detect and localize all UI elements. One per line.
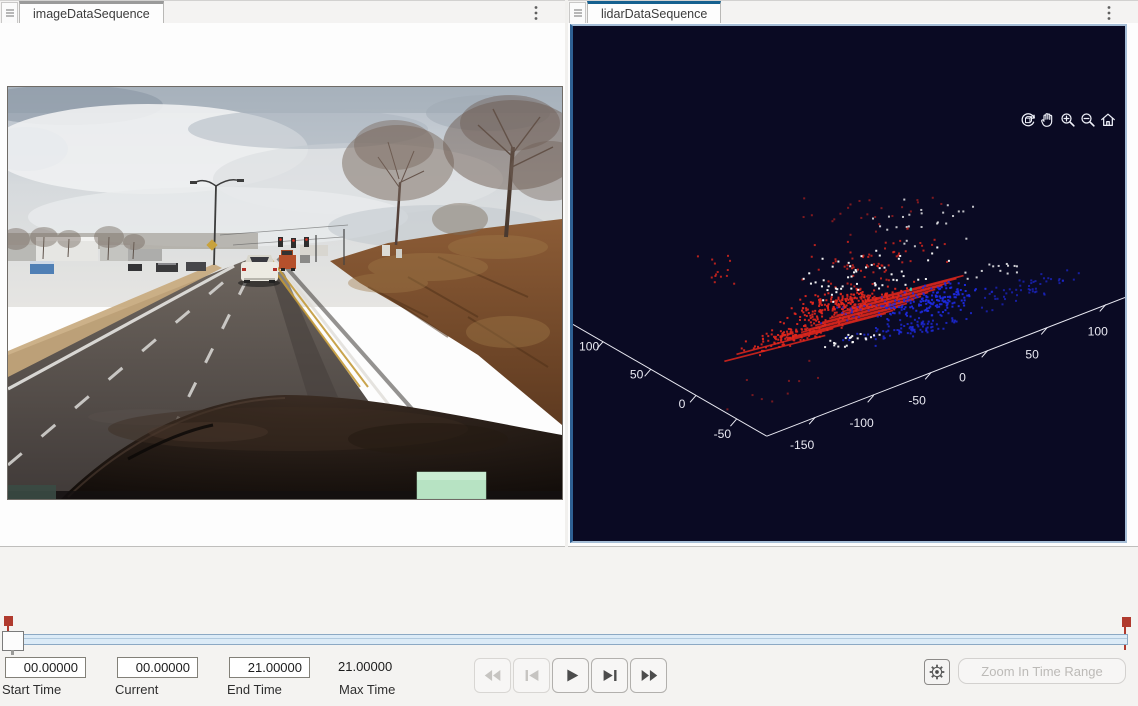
lidar-plot[interactable]: 100 50 0 -50 -150 -100 -50 0 50 100	[573, 26, 1125, 541]
current-time-label: Current	[115, 682, 159, 697]
lidar-panel-grip[interactable]	[569, 2, 586, 24]
image-panel-tabbar: imageDataSequence	[0, 0, 565, 25]
timeline-slider-thumb[interactable]	[2, 631, 24, 651]
max-time-value: 21.00000	[338, 659, 393, 674]
home-icon[interactable]	[1098, 110, 1118, 130]
image-panel-content	[0, 23, 590, 546]
tab-imageDataSequence[interactable]: imageDataSequence	[19, 1, 164, 25]
timeline-start-flag[interactable]	[4, 616, 13, 626]
lidar-frame: 100 50 0 -50 -150 -100 -50 0 50 100	[570, 24, 1127, 543]
lidar-toolbar	[1018, 110, 1118, 130]
time-range-settings-button[interactable]	[924, 659, 950, 685]
svg-text:100: 100	[579, 339, 599, 353]
start-time-input[interactable]	[5, 657, 86, 678]
tab-label: lidarDataSequence	[601, 7, 708, 21]
image-panel: imageDataSequence	[0, 0, 590, 547]
lidar-panel-content: 100 50 0 -50 -150 -100 -50 0 50 100	[568, 23, 1138, 546]
svg-text:-150: -150	[790, 438, 815, 452]
rewind-button[interactable]	[474, 658, 511, 693]
image-panel-grip[interactable]	[1, 2, 18, 24]
playback-panel: 21.00000 Start Time Current End Time Max…	[0, 547, 1138, 706]
svg-text:50: 50	[630, 367, 644, 381]
rotate-3d-icon[interactable]	[1018, 110, 1038, 130]
timeline-slider-pointer	[11, 650, 14, 655]
tab-lidarDataSequence[interactable]: lidarDataSequence	[587, 1, 722, 25]
lidar-panel-tabbar: lidarDataSequence	[568, 0, 1138, 25]
step-back-icon	[525, 670, 538, 681]
zoom-in-icon[interactable]	[1058, 110, 1078, 130]
rewind-icon	[484, 670, 500, 681]
svg-text:-50: -50	[714, 427, 732, 441]
svg-text:50: 50	[1025, 347, 1039, 361]
tab-label: imageDataSequence	[33, 7, 150, 21]
play-button[interactable]	[552, 658, 589, 693]
kebab-icon	[534, 6, 538, 20]
image-panel-menu-button[interactable]	[529, 4, 543, 22]
max-time-label: Max Time	[339, 682, 396, 697]
end-time-input[interactable]	[229, 657, 310, 678]
play-icon	[566, 669, 578, 682]
timeline-track-line	[3, 638, 1127, 639]
fast-forward-icon	[641, 670, 657, 681]
kebab-icon	[1107, 6, 1111, 20]
start-time-label: Start Time	[2, 682, 62, 697]
fast-forward-button[interactable]	[630, 658, 667, 693]
svg-text:0: 0	[679, 397, 686, 411]
zoom-out-icon[interactable]	[1078, 110, 1098, 130]
svg-text:-100: -100	[850, 416, 875, 430]
current-time-input[interactable]	[117, 657, 198, 678]
camera-image[interactable]	[0, 85, 590, 500]
grip-icon	[4, 9, 15, 17]
zoom-in-time-range-button[interactable]: Zoom In Time Range	[958, 658, 1126, 684]
windshield-sticker	[416, 471, 487, 500]
step-forward-button[interactable]	[591, 658, 628, 693]
svg-text:-50: -50	[908, 393, 926, 407]
svg-text:0: 0	[959, 370, 966, 384]
end-time-label: End Time	[227, 682, 282, 697]
step-back-button[interactable]	[513, 658, 550, 693]
timeline-track[interactable]	[2, 634, 1128, 645]
timeline-end-flag[interactable]	[1122, 617, 1131, 627]
app-window: imageDataSequence lidarDataSequence 100 …	[0, 0, 1138, 706]
step-forward-icon	[603, 670, 617, 681]
svg-text:100: 100	[1088, 324, 1108, 338]
lidar-panel: lidarDataSequence 100 50 0 -50 -150 -100 -50 0 5…	[568, 0, 1138, 547]
lidar-panel-menu-button[interactable]	[1102, 4, 1116, 22]
grip-icon	[572, 9, 583, 17]
gear-icon	[928, 663, 946, 681]
pan-icon[interactable]	[1038, 110, 1058, 130]
